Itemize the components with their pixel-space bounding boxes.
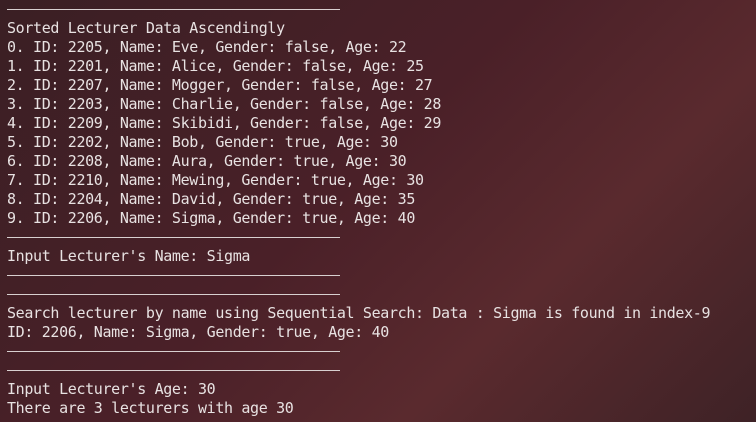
terminal-line: 8. ID: 2204, Name: David, Gender: true, … [7,190,415,208]
separator-line [7,361,710,380]
terminal-line: 5. ID: 2202, Name: Bob, Gender: true, Ag… [7,133,398,151]
terminal-line: Input Lecturer's Name: Sigma [7,247,251,265]
separator-line [7,285,710,304]
terminal-line: 7. ID: 2210, Name: Mewing, Gender: true,… [7,171,424,189]
terminal-line: Input Lecturer's Age: 30 [7,380,216,398]
terminal-line: 6. ID: 2208, Name: Aura, Gender: true, A… [7,152,407,170]
terminal-line: There are 3 lecturers with age 30 [7,399,294,417]
terminal-line: 1. ID: 2201, Name: Alice, Gender: false,… [7,57,424,75]
terminal-line: 0. ID: 2205, Name: Eve, Gender: false, A… [7,38,407,56]
terminal-line: Search lecturer by name using Sequential… [7,304,711,322]
terminal-line: 2. ID: 2207, Name: Mogger, Gender: false… [7,76,433,94]
terminal-line: 3. ID: 2203, Name: Charlie, Gender: fals… [7,95,442,113]
terminal-line: 4. ID: 2209, Name: Skibidi, Gender: fals… [7,114,442,132]
terminal-line: Sorted Lecturer Data Ascendingly [7,19,285,37]
terminal-line: ID: 2206, Name: Sigma, Gender: true, Age… [7,323,389,341]
separator-line [7,0,710,19]
terminal-output[interactable]: Sorted Lecturer Data Ascendingly 0. ID: 2… [0,0,756,422]
terminal-line: 9. ID: 2206, Name: Sigma, Gender: true, … [7,209,415,227]
separator-line [7,228,710,247]
terminal-lines: Sorted Lecturer Data Ascendingly 0. ID: 2… [7,0,711,418]
separator-line [7,342,710,361]
separator-line [7,266,710,285]
